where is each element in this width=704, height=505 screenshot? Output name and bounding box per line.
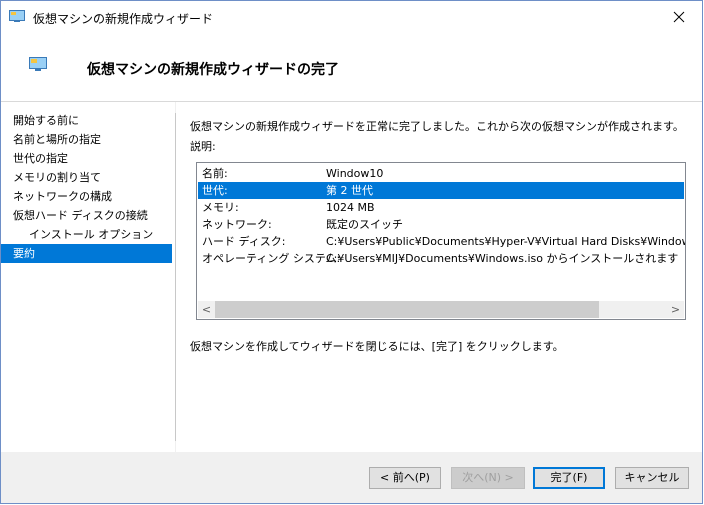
nav-item-summary[interactable]: 要約	[1, 244, 172, 263]
nav-item-installation-options[interactable]: インストール オプション	[9, 225, 173, 244]
summary-row-operating-system[interactable]: オペレーティング システム: C:¥Users¥MIJ¥Documents¥Wi…	[198, 250, 684, 267]
nav-item-before-you-begin[interactable]: 開始する前に	[9, 111, 173, 130]
wizard-window: 仮想マシンの新規作成ウィザード 仮想マシンの新規作成ウィザードの完了 開始する前…	[0, 0, 703, 504]
wizard-header: 仮想マシンの新規作成ウィザードの完了	[1, 33, 702, 102]
close-button[interactable]	[656, 1, 702, 33]
hyper-v-monitor-icon	[9, 10, 25, 22]
summary-row-network[interactable]: ネットワーク: 既定のスイッチ	[198, 216, 684, 233]
previous-button[interactable]: < 前へ(P)	[369, 467, 441, 489]
title-bar[interactable]: 仮想マシンの新規作成ウィザード	[1, 1, 702, 33]
summary-list[interactable]: 名前: Window10 世代: 第 2 世代 メモリ: 1024 MB ネット…	[196, 162, 686, 320]
nav-item-name-and-location[interactable]: 名前と場所の指定	[9, 130, 173, 149]
next-button[interactable]: 次へ(N) >	[451, 467, 525, 489]
nav-item-generation[interactable]: 世代の指定	[9, 149, 173, 168]
completion-message: 仮想マシンの新規作成ウィザードを正常に完了しました。これから次の仮想マシンが作成…	[190, 120, 684, 133]
summary-page: 仮想マシンの新規作成ウィザードを正常に完了しました。これから次の仮想マシンが作成…	[176, 102, 702, 452]
horizontal-scrollbar[interactable]: < >	[198, 301, 684, 318]
summary-row-memory[interactable]: メモリ: 1024 MB	[198, 199, 684, 216]
scrollbar-thumb[interactable]	[215, 301, 599, 318]
nav-item-networking[interactable]: ネットワークの構成	[9, 187, 173, 206]
finish-instruction: 仮想マシンを作成してウィザードを閉じるには、[完了] をクリックします。	[190, 340, 564, 353]
nav-item-virtual-hard-disk[interactable]: 仮想ハード ディスクの接続	[9, 206, 173, 225]
finish-button[interactable]: 完了(F)	[533, 467, 605, 489]
hyper-v-monitor-icon	[29, 57, 47, 71]
description-label: 説明:	[190, 140, 216, 153]
summary-row-name[interactable]: 名前: Window10	[198, 165, 684, 182]
close-icon	[673, 11, 685, 23]
window-title: 仮想マシンの新規作成ウィザード	[33, 12, 214, 26]
wizard-step-nav: 開始する前に 名前と場所の指定 世代の指定 メモリの割り当て ネットワークの構成…	[1, 102, 175, 452]
summary-row-hard-disk[interactable]: ハード ディスク: C:¥Users¥Public¥Documents¥Hype…	[198, 233, 685, 250]
cancel-button[interactable]: キャンセル	[615, 467, 689, 489]
page-title: 仮想マシンの新規作成ウィザードの完了	[87, 62, 339, 78]
nav-item-memory[interactable]: メモリの割り当て	[9, 168, 173, 187]
scroll-left-icon[interactable]: <	[198, 301, 215, 318]
summary-row-generation[interactable]: 世代: 第 2 世代	[198, 182, 684, 199]
wizard-footer: < 前へ(P) 次へ(N) > 完了(F) キャンセル	[1, 452, 702, 503]
scroll-right-icon[interactable]: >	[667, 301, 684, 318]
